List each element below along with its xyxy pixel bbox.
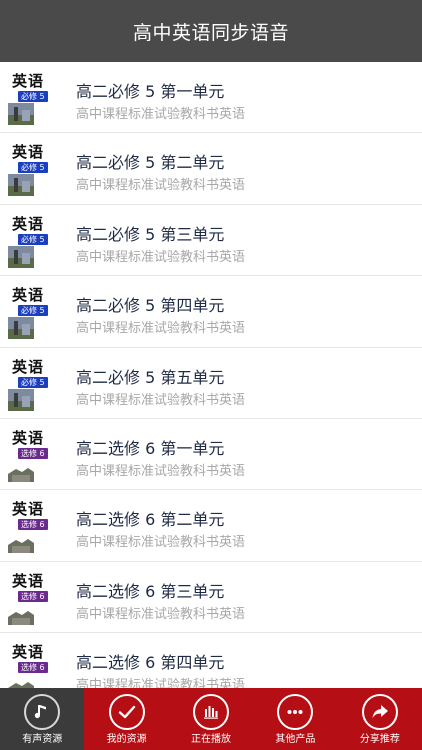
item-subtitle: 高中课程标准试验教科书英语 <box>76 463 246 479</box>
cover-title: 英语 <box>12 358 45 376</box>
unit-list[interactable]: 英语 必修 5 高二必修 5 第一单元 高中课程标准试验教科书英语 英语 必修 … <box>0 62 422 688</box>
tab-label: 正在播放 <box>191 734 232 745</box>
book-cover-thumbnail: 英语 选修 6 <box>8 644 52 688</box>
cover-title: 英语 <box>12 287 45 305</box>
tab-label: 我的资源 <box>106 734 147 745</box>
cover-image <box>8 174 34 197</box>
list-item[interactable]: 英语 必修 5 高二必修 5 第一单元 高中课程标准试验教科书英语 <box>0 62 422 134</box>
nav-bar: 高中英语同步语音 <box>0 0 422 62</box>
cover-title: 英语 <box>12 215 45 233</box>
cover-title: 英语 <box>12 429 45 447</box>
tab-my-resources[interactable]: 我的资源 <box>84 688 168 750</box>
book-cover-thumbnail: 英语 必修 5 <box>8 144 52 197</box>
list-item[interactable]: 英语 必修 5 高二必修 5 第四单元 高中课程标准试验教科书英语 <box>0 276 422 348</box>
cover-tag: 必修 5 <box>18 91 48 102</box>
page-title: 高中英语同步语音 <box>132 21 289 44</box>
cover-image <box>8 317 34 340</box>
cover-image <box>8 245 34 268</box>
checkmark-icon <box>108 694 145 730</box>
cover-image <box>8 602 34 625</box>
book-cover-thumbnail: 英语 选修 6 <box>8 430 52 482</box>
item-subtitle: 高中课程标准试验教科书英语 <box>76 178 246 194</box>
item-title: 高二必修 5 第一单元 <box>76 82 225 101</box>
tab-other-products[interactable]: 其他产品 <box>253 688 337 750</box>
tab-label: 其他产品 <box>275 734 316 745</box>
item-title: 高二必修 5 第五单元 <box>76 367 225 387</box>
cover-tag: 选修 6 <box>18 519 48 531</box>
item-title: 高二必修 5 第四单元 <box>76 296 225 316</box>
list-item[interactable]: 英语 必修 5 高二必修 5 第二单元 高中课程标准试验教科书英语 <box>0 133 422 205</box>
book-cover-thumbnail: 英语 必修 5 <box>8 287 52 340</box>
list-item[interactable]: 英语 选修 6 高二选修 6 第二单元 高中课程标准试验教科书英语 <box>0 490 422 562</box>
bottom-tab-bar: 有声资源 我的资源 正在播放 其他产品 分享推荐 <box>0 688 422 750</box>
cover-tag: 选修 6 <box>18 447 48 459</box>
list-item[interactable]: 英语 选修 6 高二选修 6 第一单元 高中课程标准试验教科书英语 <box>0 419 422 491</box>
share-arrow-icon <box>361 694 398 730</box>
item-title: 高二必修 5 第二单元 <box>76 153 225 173</box>
equalizer-icon <box>193 694 230 730</box>
tab-share[interactable]: 分享推荐 <box>338 688 422 750</box>
list-item[interactable]: 英语 选修 6 高二选修 6 第四单元 高中课程标准试验教科书英语 <box>0 633 422 688</box>
cover-title: 英语 <box>12 144 45 162</box>
book-cover-thumbnail: 英语 选修 6 <box>8 501 52 554</box>
cover-image <box>8 459 34 482</box>
cover-image <box>8 531 34 554</box>
cover-tag: 必修 5 <box>18 162 48 174</box>
list-item[interactable]: 英语 必修 5 高二必修 5 第五单元 高中课程标准试验教科书英语 <box>0 348 422 419</box>
item-subtitle: 高中课程标准试验教科书英语 <box>76 321 246 337</box>
cover-title: 英语 <box>12 644 45 662</box>
cover-image <box>8 388 34 411</box>
item-subtitle: 高中课程标准试验教科书英语 <box>76 249 246 265</box>
list-item[interactable]: 英语 必修 5 高二必修 5 第三单元 高中课程标准试验教科书英语 <box>0 205 422 277</box>
item-subtitle: 高中课程标准试验教科书英语 <box>76 392 246 408</box>
music-note-icon <box>24 694 61 730</box>
cover-title: 英语 <box>12 73 45 90</box>
cover-image <box>8 674 34 688</box>
item-subtitle: 高中课程标准试验教科书英语 <box>76 107 246 122</box>
list-item[interactable]: 英语 选修 6 高二选修 6 第三单元 高中课程标准试验教科书英语 <box>0 562 422 634</box>
item-title: 高二选修 6 第四单元 <box>76 653 225 673</box>
book-cover-thumbnail: 英语 选修 6 <box>8 573 52 625</box>
cover-tag: 必修 5 <box>18 233 48 245</box>
cover-tag: 选修 6 <box>18 662 48 674</box>
item-title: 高二选修 6 第一单元 <box>76 438 225 458</box>
book-cover-thumbnail: 英语 必修 5 <box>8 73 52 125</box>
cover-tag: 必修 5 <box>18 376 48 388</box>
tab-label: 分享推荐 <box>359 734 400 745</box>
item-title: 高二选修 6 第二单元 <box>76 510 225 530</box>
cover-tag: 选修 6 <box>18 590 48 602</box>
item-subtitle: 高中课程标准试验教科书英语 <box>76 606 246 622</box>
cover-title: 英语 <box>12 501 45 519</box>
item-subtitle: 高中课程标准试验教科书英语 <box>76 678 246 688</box>
tab-audio-resources[interactable]: 有声资源 <box>0 688 85 750</box>
more-dots-icon <box>277 694 314 730</box>
item-title: 高二必修 5 第三单元 <box>76 224 225 244</box>
cover-title: 英语 <box>12 572 45 590</box>
book-cover-thumbnail: 英语 必修 5 <box>8 216 52 268</box>
book-cover-thumbnail: 英语 必修 5 <box>8 359 52 411</box>
item-title: 高二选修 6 第三单元 <box>76 581 225 601</box>
tab-now-playing[interactable]: 正在播放 <box>169 688 253 750</box>
cover-image <box>8 103 34 125</box>
tab-label: 有声资源 <box>22 734 63 745</box>
item-subtitle: 高中课程标准试验教科书英语 <box>76 535 246 551</box>
cover-tag: 必修 5 <box>18 305 48 317</box>
